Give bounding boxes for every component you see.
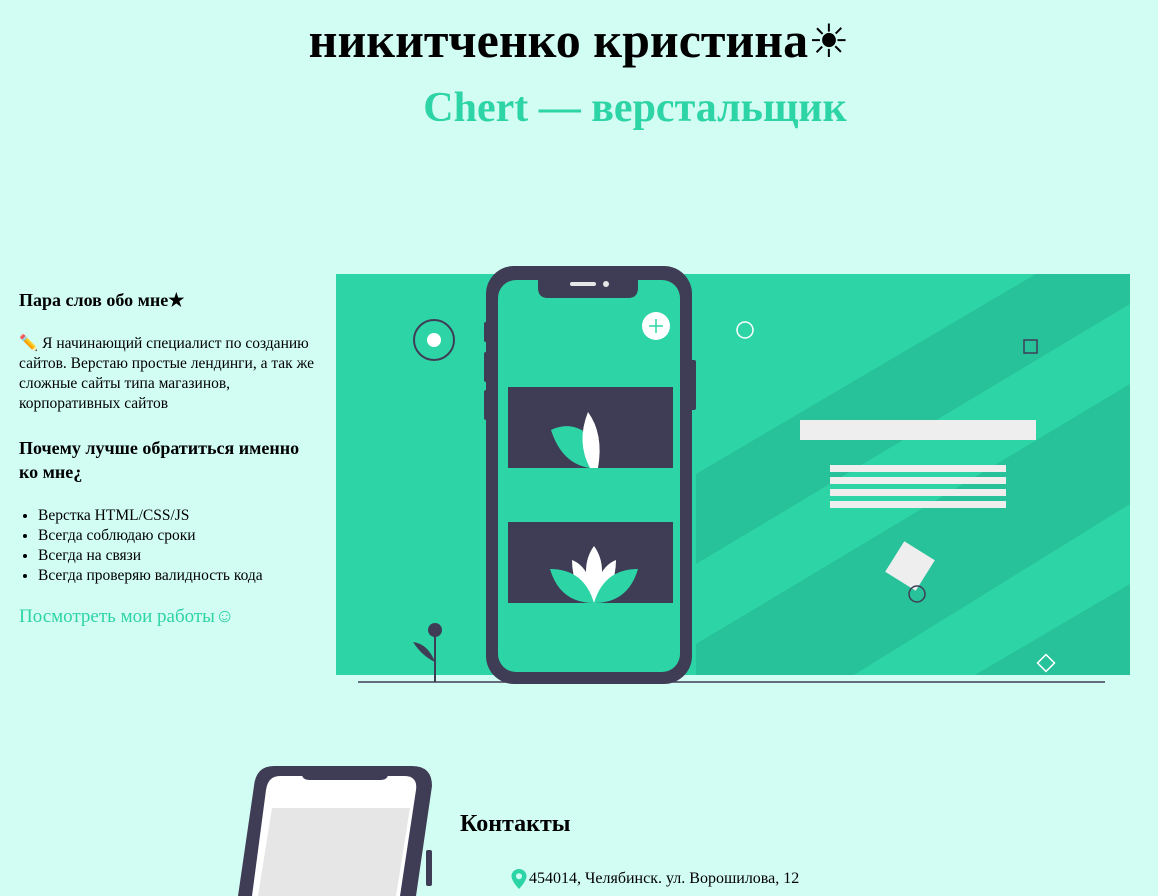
contacts-heading: Контакты	[460, 811, 571, 837]
about-heading: Пара слов обо мне★	[19, 290, 185, 310]
circle-dot-icon	[427, 333, 441, 347]
list-item: Верстка HTML/CSS/JS	[38, 506, 319, 526]
address-text: 454014, Челябинск. ул. Ворошилова, 12	[529, 870, 800, 887]
list-item: Всегда соблюдаю сроки	[38, 526, 319, 546]
sun-icon: ☀	[808, 16, 850, 67]
list-item: Всегда на связи	[38, 546, 319, 566]
page-title: никитченко кристина☀	[0, 8, 1158, 74]
about-text: ✏️ Я начинающий специалист по созданию с…	[19, 335, 314, 412]
address-line: 454014, Челябинск. ул. Ворошилова, 12	[510, 868, 799, 890]
phone-illustration	[484, 266, 696, 684]
advantages-list: Верстка HTML/CSS/JS Всегда соблюдаю срок…	[19, 506, 319, 586]
portfolio-link[interactable]: Посмотреть мои работы☺	[19, 606, 234, 627]
content-bar	[800, 420, 1036, 440]
location-pin-icon	[511, 869, 527, 889]
why-me-heading: Почему лучше обратиться именно ко мне¿	[19, 438, 300, 482]
hero-illustration	[336, 266, 1130, 684]
about-section: Пара слов обо мне★ ✏️ Я начинающий специ…	[19, 288, 319, 630]
page-subtitle: Chert — верстальщик	[423, 85, 847, 131]
author-name: никитченко кристина	[308, 12, 809, 68]
list-item: Всегда проверяю валидность кода	[38, 566, 319, 586]
contacts-phone-illustration	[238, 766, 432, 896]
